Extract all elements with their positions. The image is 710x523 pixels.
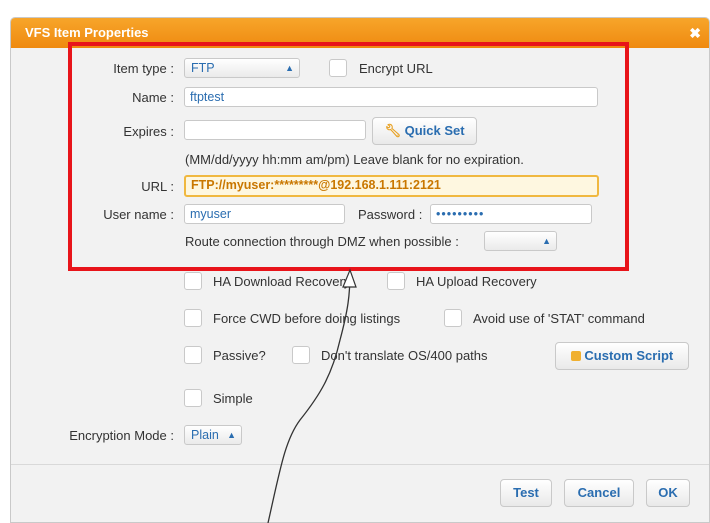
ha-download-label: HA Download Recovery — [213, 274, 351, 289]
dmz-select[interactable]: ▲ — [484, 231, 557, 251]
expires-hint: (MM/dd/yyyy hh:mm am/pm) Leave blank for… — [185, 152, 524, 167]
dont-translate-label: Don't translate OS/400 paths — [321, 348, 488, 363]
ok-button[interactable]: OK — [646, 479, 690, 507]
url-input[interactable]: FTP://myuser:*********@192.168.1.111:212… — [184, 175, 599, 197]
name-label: Name : — [132, 90, 174, 105]
ha-download-checkbox[interactable] — [184, 272, 202, 290]
encryption-mode-select[interactable]: Plain ▲ — [184, 425, 242, 445]
up-down-arrows-icon: ▲ — [542, 236, 551, 246]
simple-label: Simple — [213, 391, 253, 406]
cancel-button[interactable]: Cancel — [564, 479, 634, 507]
passive-label: Passive? — [213, 348, 266, 363]
force-cwd-label: Force CWD before doing listings — [213, 311, 401, 326]
avoid-stat-label: Avoid use of 'STAT' command — [473, 311, 645, 326]
ha-upload-label: HA Upload Recovery — [416, 274, 537, 289]
script-icon — [570, 351, 581, 361]
dont-translate-checkbox[interactable] — [292, 346, 310, 364]
username-input[interactable]: myuser — [184, 204, 345, 224]
simple-checkbox[interactable] — [184, 389, 202, 407]
expires-label: Expires : — [123, 124, 174, 139]
quick-set-label: Quick Set — [404, 123, 465, 138]
custom-script-button[interactable]: Custom Script — [555, 342, 689, 370]
name-input[interactable]: ftptest — [184, 87, 598, 107]
item-type-select[interactable]: FTP ▲ — [184, 58, 300, 78]
passive-checkbox[interactable] — [184, 346, 202, 364]
custom-script-label: Custom Script — [584, 348, 674, 363]
username-label: User name : — [103, 207, 174, 222]
encrypt-url-label: Encrypt URL — [359, 61, 433, 76]
close-icon[interactable]: ✖ — [689, 18, 701, 48]
encryption-mode-value: Plain — [191, 428, 219, 442]
test-button[interactable]: Test — [500, 479, 552, 507]
ha-upload-checkbox[interactable] — [387, 272, 405, 290]
up-down-arrows-icon: ▲ — [285, 63, 294, 73]
force-cwd-checkbox[interactable] — [184, 309, 202, 327]
dialog-titlebar: VFS Item Properties ✖ — [11, 18, 709, 48]
item-type-label: Item type : — [113, 61, 174, 76]
password-input[interactable]: ••••••••• — [430, 204, 592, 224]
avoid-stat-checkbox[interactable] — [444, 309, 462, 327]
expires-input[interactable] — [184, 120, 366, 140]
dialog-title: VFS Item Properties — [25, 25, 149, 40]
item-type-value: FTP — [191, 61, 215, 75]
quick-set-button[interactable]: 🔧︎ Quick Set — [372, 117, 477, 145]
encrypt-url-checkbox[interactable] — [329, 59, 347, 77]
url-label: URL : — [141, 179, 174, 194]
wrench-icon: 🔧︎ — [384, 123, 401, 138]
up-down-arrows-icon: ▲ — [227, 430, 236, 440]
dialog-footer-divider — [11, 464, 709, 465]
vfs-item-properties-dialog: VFS Item Properties ✖ Item type : FTP ▲ … — [10, 17, 710, 523]
encryption-mode-label: Encryption Mode : — [69, 428, 174, 443]
password-label: Password : — [358, 207, 423, 222]
dmz-label: Route connection through DMZ when possib… — [185, 234, 459, 249]
